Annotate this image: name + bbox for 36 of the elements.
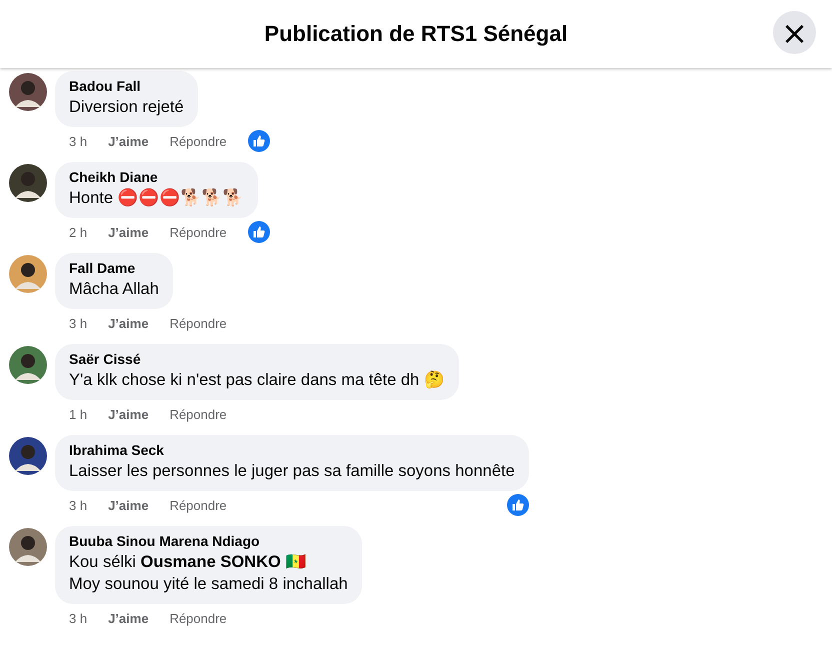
thumbs-up-icon[interactable] (248, 130, 270, 152)
comment-text: Y'a klk chose ki n'est pas claire dans ma tête dh 🤔 (69, 370, 445, 391)
comment-author[interactable]: Cheikh Diane (69, 169, 244, 185)
comment-text: Diversion rejeté (69, 97, 184, 118)
comment-author[interactable]: Buuba Sinou Marena Ndiago (69, 533, 348, 549)
like-link[interactable]: J’aime (108, 224, 149, 240)
reply-link[interactable]: Répondre (170, 134, 227, 148)
reply-link[interactable]: Répondre (170, 498, 227, 512)
reply-link[interactable]: Répondre (170, 406, 227, 422)
comment-text: Honte ⛔⛔⛔🐕🐕🐕 (69, 187, 244, 209)
comment-text: Moy sounou yité le samedi 8 inchallah (69, 574, 348, 595)
close-button[interactable]: × (773, 11, 816, 54)
comment-author[interactable]: Saër Cissé (69, 351, 445, 367)
like-link[interactable]: J’aime (108, 610, 149, 626)
reply-link[interactable]: Répondre (170, 316, 227, 330)
comment-time[interactable]: 3 h (69, 316, 88, 330)
like-link[interactable]: J’aime (108, 406, 149, 422)
comment-author[interactable]: Fall Dame (69, 260, 159, 276)
comment-text: Laisser les personnes le juger pas sa famille soyons honnête (69, 461, 515, 482)
reply-link[interactable]: Répondre (170, 224, 227, 240)
comment-text: Kou sélki Ousmane SONKO 🇸🇳 (69, 552, 308, 573)
comment-text: Mâcha Allah (69, 279, 159, 300)
comment-time[interactable]: 3 h (69, 134, 88, 148)
dialog-title: Publication de RTS1 Sénégal (264, 21, 568, 47)
comment-time[interactable]: 3 h (69, 498, 88, 512)
comment-time[interactable]: 2 h (69, 224, 88, 240)
reply-link[interactable]: Répondre (170, 610, 227, 626)
thumbs-up-icon[interactable] (506, 494, 529, 516)
comment-author[interactable]: Badou Fall (69, 78, 184, 94)
thumbs-up-icon[interactable] (248, 221, 270, 243)
like-link[interactable]: J’aime (108, 498, 149, 512)
like-link[interactable]: J’aime (108, 134, 149, 148)
like-link[interactable]: J’aime (108, 316, 149, 330)
comment-time[interactable]: 1 h (69, 406, 88, 422)
comment-time[interactable]: 3 h (69, 610, 88, 626)
comment-author[interactable]: Ibrahima Seck (69, 442, 515, 458)
